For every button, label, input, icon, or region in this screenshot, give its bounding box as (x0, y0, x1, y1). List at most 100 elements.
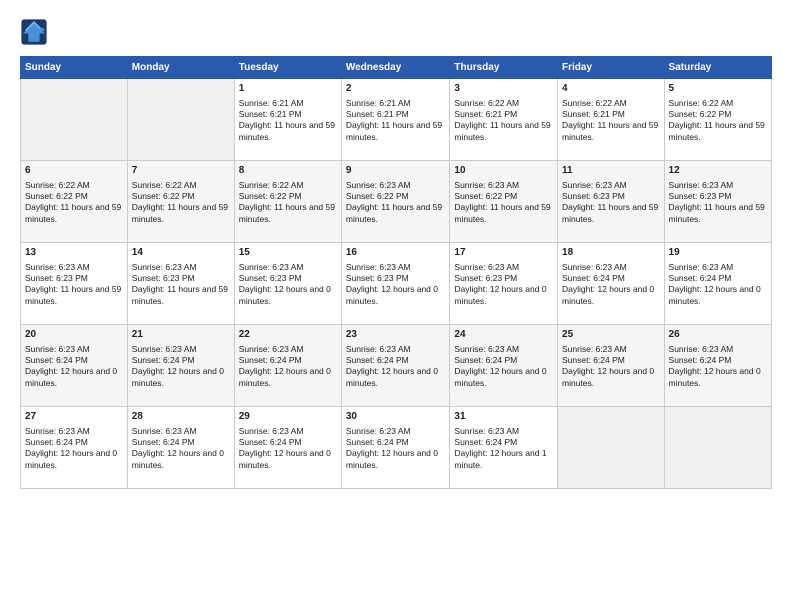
day-info: Sunrise: 6:23 AM (562, 262, 660, 273)
day-info: Sunrise: 6:23 AM (25, 262, 123, 273)
day-info: Sunrise: 6:23 AM (346, 262, 446, 273)
day-number: 6 (25, 164, 123, 178)
day-info: Sunset: 6:23 PM (239, 273, 337, 284)
day-info: Sunset: 6:23 PM (25, 273, 123, 284)
day-info: Sunset: 6:21 PM (239, 109, 337, 120)
calendar-table: SundayMondayTuesdayWednesdayThursdayFrid… (20, 56, 772, 489)
day-info: Sunset: 6:23 PM (454, 273, 553, 284)
day-number: 12 (669, 164, 767, 178)
day-info: Sunset: 6:24 PM (132, 355, 230, 366)
day-info: Daylight: 11 hours and 59 minutes. (454, 120, 553, 143)
day-info: Daylight: 12 hours and 0 minutes. (239, 284, 337, 307)
calendar-page: SundayMondayTuesdayWednesdayThursdayFrid… (0, 0, 792, 612)
day-info: Sunrise: 6:23 AM (346, 344, 446, 355)
calendar-cell: 13 Sunrise: 6:23 AMSunset: 6:23 PMDayligh… (21, 243, 128, 325)
day-number: 22 (239, 328, 337, 342)
day-number: 16 (346, 246, 446, 260)
calendar-cell: 3Sunrise: 6:22 AMSunset: 6:21 PMDaylight… (450, 79, 558, 161)
day-info: Daylight: 12 hours and 0 minutes. (132, 448, 230, 471)
day-header-saturday: Saturday (664, 57, 771, 79)
calendar-cell: 1Sunrise: 6:21 AMSunset: 6:21 PMDaylight… (234, 79, 341, 161)
day-number: 27 (25, 410, 123, 424)
calendar-cell (558, 407, 665, 489)
day-info: Sunset: 6:23 PM (669, 191, 767, 202)
day-number: 13 (25, 246, 123, 260)
calendar-cell: 10Sunrise: 6:23 AMSunset: 6:22 PMDayligh… (450, 161, 558, 243)
day-info: Daylight: 12 hours and 1 minute. (454, 448, 553, 471)
day-info: Daylight: 12 hours and 0 minutes. (562, 366, 660, 389)
day-info: Sunrise: 6:23 AM (669, 344, 767, 355)
day-info: Daylight: 12 hours and 0 minutes. (346, 284, 446, 307)
calendar-cell: 31Sunrise: 6:23 AMSunset: 6:24 PMDayligh… (450, 407, 558, 489)
day-info: Daylight: 12 hours and 0 minutes. (239, 366, 337, 389)
day-info: Sunset: 6:21 PM (346, 109, 446, 120)
week-row-4: 20Sunrise: 6:23 AMSunset: 6:24 PMDayligh… (21, 325, 772, 407)
day-number: 20 (25, 328, 123, 342)
day-info: Sunset: 6:24 PM (562, 355, 660, 366)
day-info: Daylight: 12 hours and 0 minutes. (669, 366, 767, 389)
calendar-cell: 24Sunrise: 6:23 AMSunset: 6:24 PMDayligh… (450, 325, 558, 407)
day-info: Sunrise: 6:22 AM (25, 180, 123, 191)
calendar-cell (127, 79, 234, 161)
day-number: 10 (454, 164, 553, 178)
day-info: Sunrise: 6:23 AM (132, 262, 230, 273)
day-info: Sunset: 6:24 PM (562, 273, 660, 284)
week-row-3: 13Sunrise: 6:23 AMSunset: 6:23 PMDayligh… (21, 243, 772, 325)
day-info: Sunset: 6:23 PM (346, 273, 446, 284)
day-info: Sunset: 6:24 PM (239, 437, 337, 448)
day-info: Sunrise: 6:22 AM (562, 98, 660, 109)
day-header-monday: Monday (127, 57, 234, 79)
day-number: 14 (132, 246, 230, 260)
day-info: Sunset: 6:23 PM (132, 273, 230, 284)
day-info: Sunrise: 6:23 AM (669, 262, 767, 273)
calendar-cell: 30Sunrise: 6:23 AMSunset: 6:24 PMDayligh… (341, 407, 450, 489)
day-info: Sunrise: 6:23 AM (132, 426, 230, 437)
calendar-cell: 12Sunrise: 6:23 AMSunset: 6:23 PMDayligh… (664, 161, 771, 243)
day-number: 15 (239, 246, 337, 260)
day-number: 31 (454, 410, 553, 424)
day-number: 25 (562, 328, 660, 342)
day-info: Sunrise: 6:22 AM (132, 180, 230, 191)
header-row: SundayMondayTuesdayWednesdayThursdayFrid… (21, 57, 772, 79)
day-info: Daylight: 11 hours and 59 minutes. (669, 202, 767, 225)
calendar-cell: 23Sunrise: 6:23 AMSunset: 6:24 PMDayligh… (341, 325, 450, 407)
day-info: Daylight: 11 hours and 59 minutes. (25, 202, 123, 225)
day-info: Sunrise: 6:23 AM (454, 426, 553, 437)
calendar-cell: 16 Sunrise: 6:23 AMSunset: 6:23 PMDayligh… (341, 243, 450, 325)
day-header-thursday: Thursday (450, 57, 558, 79)
logo (20, 18, 50, 46)
calendar-cell: 4Sunrise: 6:22 AMSunset: 6:21 PMDaylight… (558, 79, 665, 161)
day-info: Sunrise: 6:21 AM (346, 98, 446, 109)
day-info: Sunset: 6:22 PM (669, 109, 767, 120)
day-info: Daylight: 12 hours and 0 minutes. (562, 284, 660, 307)
day-info: Sunrise: 6:23 AM (562, 344, 660, 355)
day-info: Sunrise: 6:23 AM (454, 262, 553, 273)
calendar-cell: 15Sunrise: 6:23 AMSunset: 6:23 PMDayligh… (234, 243, 341, 325)
day-info: Sunrise: 6:21 AM (239, 98, 337, 109)
day-number: 26 (669, 328, 767, 342)
calendar-cell: 21Sunrise: 6:23 AMSunset: 6:24 PMDayligh… (127, 325, 234, 407)
week-row-2: 6 Sunrise: 6:22 AM Sunset: 6:22 PM Daylight… (21, 161, 772, 243)
day-info: Sunrise: 6:22 AM (669, 98, 767, 109)
day-info: Daylight: 11 hours and 59 minutes. (132, 284, 230, 307)
day-info: Sunrise: 6:23 AM (132, 344, 230, 355)
day-info: Sunset: 6:24 PM (25, 437, 123, 448)
day-info: Sunrise: 6:22 AM (454, 98, 553, 109)
day-info: Sunset: 6:22 PM (346, 191, 446, 202)
day-info: Daylight: 12 hours and 0 minutes. (25, 448, 123, 471)
day-info: Daylight: 12 hours and 0 minutes. (132, 366, 230, 389)
day-info: Daylight: 12 hours and 0 minutes. (454, 284, 553, 307)
day-number: 4 (562, 82, 660, 96)
day-info: Daylight: 12 hours and 0 minutes. (346, 448, 446, 471)
day-info: Sunrise: 6:23 AM (25, 426, 123, 437)
day-number: 29 (239, 410, 337, 424)
day-info: Daylight: 11 hours and 59 minutes. (25, 284, 123, 307)
day-header-sunday: Sunday (21, 57, 128, 79)
day-number: 24 (454, 328, 553, 342)
day-info: Sunset: 6:21 PM (454, 109, 553, 120)
day-number: 18 (562, 246, 660, 260)
calendar-cell: 14 Sunrise: 6:23 AMSunset: 6:23 PMDayligh… (127, 243, 234, 325)
day-info: Sunset: 6:24 PM (25, 355, 123, 366)
day-number: 7 (132, 164, 230, 178)
day-info: Daylight: 12 hours and 0 minutes. (239, 448, 337, 471)
